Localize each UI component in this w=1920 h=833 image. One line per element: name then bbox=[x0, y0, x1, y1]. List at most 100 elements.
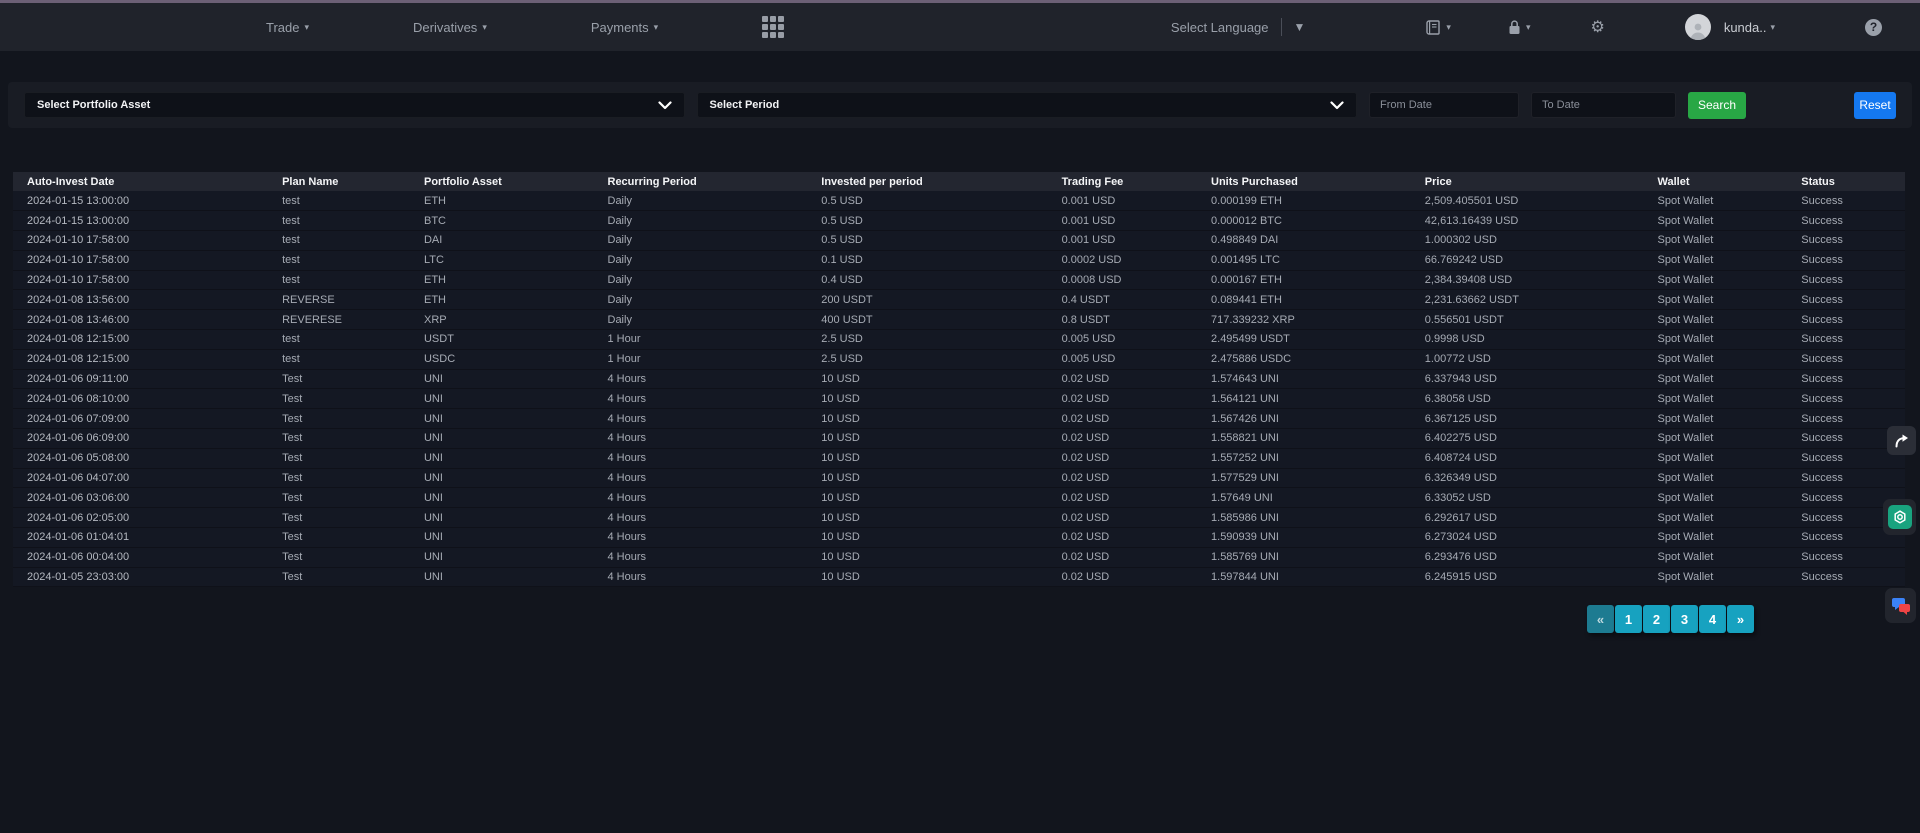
table-cell: Daily bbox=[600, 250, 814, 270]
table-row: 2024-01-06 05:08:00TestUNI4 Hours10 USD0… bbox=[13, 448, 1905, 468]
lock-icon bbox=[1507, 19, 1522, 36]
table-cell: 10 USD bbox=[813, 468, 1053, 488]
chat-extension-button[interactable] bbox=[1885, 588, 1916, 623]
table-cell: 1.00772 USD bbox=[1417, 349, 1650, 369]
table-cell: 2024-01-06 06:09:00 bbox=[13, 429, 274, 449]
table-cell: 6.245915 USD bbox=[1417, 567, 1650, 587]
help-icon[interactable]: ? bbox=[1865, 19, 1882, 36]
table-cell: Spot Wallet bbox=[1650, 231, 1794, 251]
table-cell: Success bbox=[1793, 409, 1905, 429]
table-cell: UNI bbox=[416, 547, 600, 567]
table-cell: 4 Hours bbox=[600, 528, 814, 548]
portfolio-asset-select-value: Select Portfolio Asset bbox=[37, 99, 658, 111]
table-cell: Test bbox=[274, 547, 416, 567]
table-cell: 0.5 USD bbox=[813, 231, 1053, 251]
table-cell: 0.02 USD bbox=[1054, 429, 1203, 449]
table-cell: 4 Hours bbox=[600, 468, 814, 488]
table-cell: Test bbox=[274, 448, 416, 468]
table-cell: 0.9998 USD bbox=[1417, 330, 1650, 350]
pagination-page-2[interactable]: 2 bbox=[1643, 605, 1670, 633]
table-cell: 66.769242 USD bbox=[1417, 250, 1650, 270]
orders-book-button[interactable]: ▾ bbox=[1425, 19, 1451, 36]
table-cell: 2.475886 USDC bbox=[1203, 349, 1417, 369]
table-cell: 6.337943 USD bbox=[1417, 369, 1650, 389]
pagination-prev-button[interactable]: « bbox=[1587, 605, 1614, 633]
table-cell: 1.567426 UNI bbox=[1203, 409, 1417, 429]
pagination-page-1[interactable]: 1 bbox=[1615, 605, 1642, 633]
pagination-page-3[interactable]: 3 bbox=[1671, 605, 1698, 633]
table-cell: 10 USD bbox=[813, 547, 1053, 567]
col-invested-per-period: Invested per period bbox=[813, 172, 1053, 191]
table-cell: 0.02 USD bbox=[1054, 409, 1203, 429]
table-cell: 0.02 USD bbox=[1054, 547, 1203, 567]
table-cell: 10 USD bbox=[813, 429, 1053, 449]
table-cell: 10 USD bbox=[813, 488, 1053, 508]
top-navbar: Trade ▾ Derivatives ▾ Payments ▾ Select … bbox=[0, 3, 1920, 51]
col-trading-fee: Trading Fee bbox=[1054, 172, 1203, 191]
avatar bbox=[1685, 14, 1711, 40]
table-cell: 10 USD bbox=[813, 369, 1053, 389]
table-cell: Spot Wallet bbox=[1650, 349, 1794, 369]
table-cell: 0.5 USD bbox=[813, 191, 1053, 211]
table-cell: Success bbox=[1793, 231, 1905, 251]
table-cell: Test bbox=[274, 567, 416, 587]
table-cell: Spot Wallet bbox=[1650, 468, 1794, 488]
pagination-page-4[interactable]: 4 bbox=[1699, 605, 1726, 633]
table-cell: 717.339232 XRP bbox=[1203, 310, 1417, 330]
table-cell: 10 USD bbox=[813, 389, 1053, 409]
table-cell: DAI bbox=[416, 231, 600, 251]
pagination-pages: 1234 bbox=[1615, 605, 1726, 633]
table-cell: Success bbox=[1793, 191, 1905, 211]
table-cell: 2024-01-08 12:15:00 bbox=[13, 349, 274, 369]
table-cell: Test bbox=[274, 429, 416, 449]
search-button[interactable]: Search bbox=[1688, 92, 1746, 119]
table-cell: Test bbox=[274, 409, 416, 429]
chatgpt-extension-button[interactable] bbox=[1883, 499, 1916, 535]
table-row: 2024-01-08 12:15:00testUSDT1 Hour2.5 USD… bbox=[13, 330, 1905, 350]
table-cell: 0.02 USD bbox=[1054, 488, 1203, 508]
table-cell: Success bbox=[1793, 389, 1905, 409]
menu-payments[interactable]: Payments ▾ bbox=[591, 20, 658, 35]
table-cell: 2.5 USD bbox=[813, 349, 1053, 369]
table-cell: 6.293476 USD bbox=[1417, 547, 1650, 567]
filter-panel: Select Portfolio Asset Select Period Sea… bbox=[8, 82, 1912, 128]
table-cell: 0.556501 USDT bbox=[1417, 310, 1650, 330]
to-date-input[interactable] bbox=[1531, 92, 1676, 118]
col-wallet: Wallet bbox=[1650, 172, 1794, 191]
table-cell: Test bbox=[274, 508, 416, 528]
table-cell: XRP bbox=[416, 310, 600, 330]
table-cell: 1.557252 UNI bbox=[1203, 448, 1417, 468]
apps-grid-icon[interactable] bbox=[762, 16, 784, 38]
pagination-next-button[interactable]: » bbox=[1727, 605, 1754, 633]
user-menu[interactable]: kunda.. ▾ bbox=[1685, 14, 1775, 40]
table-row: 2024-01-06 00:04:00TestUNI4 Hours10 USD0… bbox=[13, 547, 1905, 567]
menu-derivatives[interactable]: Derivatives ▾ bbox=[413, 20, 487, 35]
table-cell: Spot Wallet bbox=[1650, 211, 1794, 231]
table-cell: UNI bbox=[416, 429, 600, 449]
table-cell: 2024-01-06 03:06:00 bbox=[13, 488, 274, 508]
period-select[interactable]: Select Period bbox=[697, 92, 1358, 118]
reset-button[interactable]: Reset bbox=[1854, 92, 1896, 119]
menu-trade[interactable]: Trade ▾ bbox=[266, 20, 309, 35]
table-cell: 6.402275 USD bbox=[1417, 429, 1650, 449]
gear-icon[interactable]: ⚙ bbox=[1590, 17, 1604, 37]
table-cell: 1.597844 UNI bbox=[1203, 567, 1417, 587]
table-cell: test bbox=[274, 330, 416, 350]
from-date-input[interactable] bbox=[1369, 92, 1519, 118]
table-cell: Spot Wallet bbox=[1650, 191, 1794, 211]
table-cell: 0.000012 BTC bbox=[1203, 211, 1417, 231]
table-cell: 1.558821 UNI bbox=[1203, 429, 1417, 449]
table-cell: 1.590939 UNI bbox=[1203, 528, 1417, 548]
col-recurring-period: Recurring Period bbox=[600, 172, 814, 191]
navbar-right: Select Language ▼ ▾ ▾ ⚙ bbox=[1171, 14, 1920, 40]
portfolio-asset-select[interactable]: Select Portfolio Asset bbox=[24, 92, 685, 118]
chat-bubbles-icon bbox=[1890, 595, 1912, 617]
table-cell: Spot Wallet bbox=[1650, 547, 1794, 567]
table-cell: Spot Wallet bbox=[1650, 488, 1794, 508]
language-selector[interactable]: Select Language ▼ bbox=[1171, 18, 1305, 36]
table-cell: 0.001495 LTC bbox=[1203, 250, 1417, 270]
table-cell: 0.005 USD bbox=[1054, 330, 1203, 350]
share-extension-button[interactable] bbox=[1887, 426, 1916, 455]
table-cell: 2024-01-08 13:46:00 bbox=[13, 310, 274, 330]
security-lock-button[interactable]: ▾ bbox=[1507, 19, 1531, 36]
